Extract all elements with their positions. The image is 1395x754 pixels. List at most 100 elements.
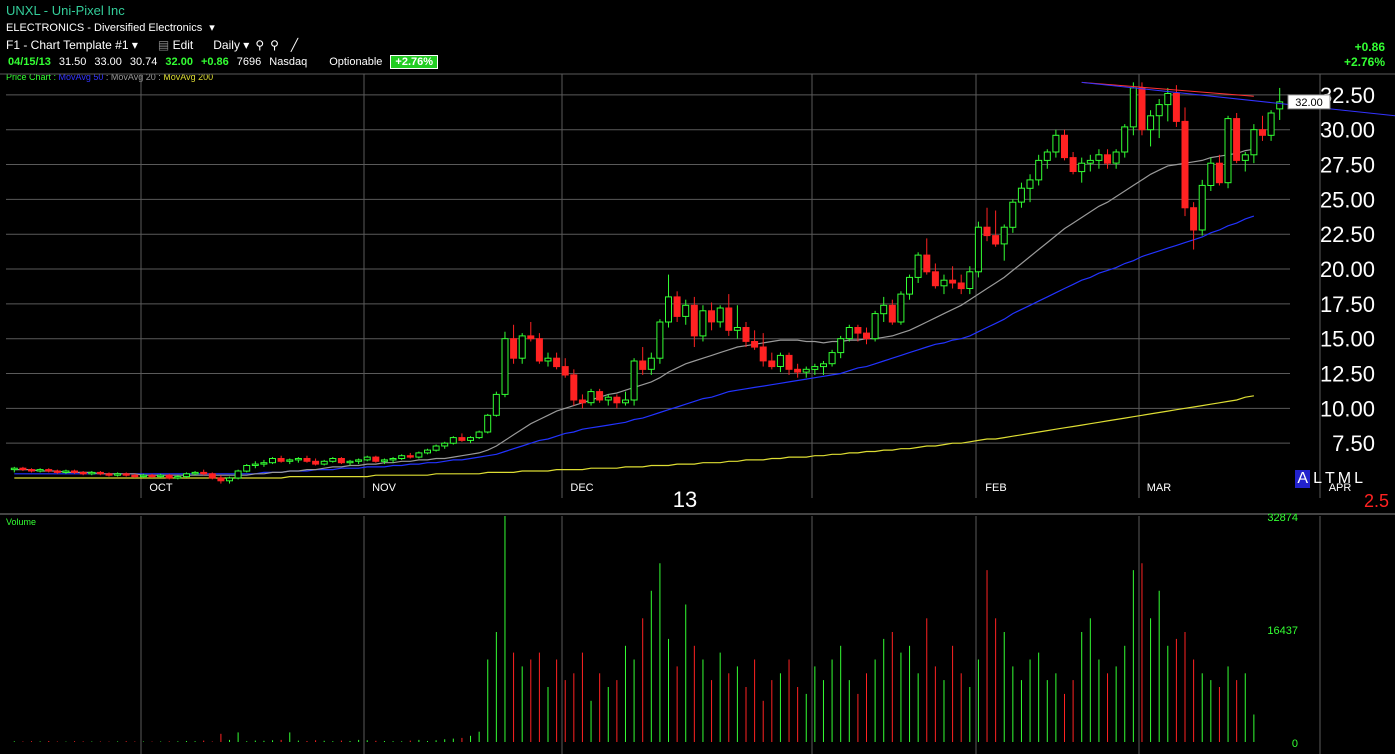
candle-body <box>1198 184 1206 231</box>
candle-body <box>828 352 836 365</box>
candle-body <box>699 310 707 337</box>
candle-body <box>622 399 629 404</box>
candle-body <box>458 437 466 441</box>
candle-body <box>708 310 715 323</box>
candle-body <box>19 467 27 471</box>
candle-body <box>656 321 664 359</box>
scale-letter-l2[interactable]: L <box>1354 470 1363 488</box>
candle-body <box>449 437 457 444</box>
candle-body <box>1026 179 1034 189</box>
candle-body <box>957 282 965 290</box>
candle-body <box>630 360 638 401</box>
candle-body <box>966 271 974 289</box>
candle-body <box>725 307 733 331</box>
candle-body <box>294 458 302 461</box>
candle-body <box>1086 159 1094 164</box>
candle-body <box>1138 87 1146 131</box>
candle-body <box>527 335 535 340</box>
candle-body <box>639 360 647 370</box>
candle-body <box>535 338 543 362</box>
candle-body <box>484 414 492 433</box>
scale-letter-t[interactable]: T <box>1325 470 1335 488</box>
candle-body <box>1121 126 1129 153</box>
candle-body <box>811 366 819 370</box>
x-tick-label: NOV <box>372 482 397 494</box>
candle-body <box>613 396 621 404</box>
candle-body <box>467 437 474 441</box>
candle-body <box>914 254 922 278</box>
scale-letter-l[interactable]: L <box>1313 470 1322 488</box>
candle-body <box>820 363 827 368</box>
candle-body <box>1215 162 1223 184</box>
candle-body <box>647 357 655 370</box>
candle-body <box>854 327 862 334</box>
candle-body <box>983 226 991 237</box>
candle-body <box>1233 118 1241 161</box>
candle-body <box>974 226 982 273</box>
candle-body <box>871 313 879 340</box>
candle-body <box>88 471 96 475</box>
candle-body <box>71 470 78 473</box>
candle-body <box>312 460 320 465</box>
candle-body <box>992 235 1000 245</box>
candle-body <box>243 465 251 472</box>
candle-body <box>716 307 724 323</box>
candle-body <box>208 473 216 479</box>
y-tick-label: 15.00 <box>1320 327 1375 352</box>
candle-body <box>923 254 931 273</box>
candle-body <box>1259 129 1266 136</box>
candle-body <box>501 338 509 395</box>
candle-body <box>742 327 750 342</box>
candle-body <box>897 293 905 323</box>
candle-body <box>424 449 431 454</box>
candle-body <box>329 458 337 462</box>
candle-body <box>1052 134 1060 153</box>
candle-body <box>441 442 449 447</box>
scale-value: 2.5 <box>1363 491 1389 511</box>
candle-body <box>10 467 18 471</box>
y-tick-label: 25.00 <box>1320 187 1375 212</box>
candle-body <box>863 332 870 340</box>
candle-body <box>174 476 182 479</box>
candle-body <box>1207 162 1215 186</box>
candle-body <box>96 471 104 475</box>
y-tick-label: 27.50 <box>1320 153 1375 178</box>
volume-panel-label: Volume <box>6 517 36 527</box>
candle-body <box>363 456 371 461</box>
candle-body <box>751 341 759 348</box>
candle-body <box>492 393 500 416</box>
candle-body <box>906 276 913 295</box>
candle-body <box>931 271 939 287</box>
candle-body <box>1129 87 1137 128</box>
candle-body <box>389 458 397 461</box>
candle-body <box>776 354 784 367</box>
candle-body <box>269 458 276 464</box>
x-tick-label: MAR <box>1147 482 1172 494</box>
volume-tick-label: 0 <box>1292 738 1298 750</box>
candle-body <box>596 391 604 401</box>
candle-body <box>415 452 423 458</box>
candle-body <box>226 477 233 482</box>
candle-body <box>1104 154 1111 164</box>
candle-body <box>1061 134 1068 159</box>
candle-body <box>1164 93 1172 106</box>
candle-body <box>1043 151 1051 161</box>
candle-body <box>1017 187 1025 203</box>
candle-body <box>62 470 70 473</box>
price-chart[interactable]: 32.5030.0027.5025.0022.5020.0017.5015.00… <box>0 0 1395 754</box>
candle-body <box>1181 120 1189 209</box>
scale-letter-a[interactable]: A <box>1295 470 1311 488</box>
candle-body <box>553 357 561 368</box>
ma50-line <box>14 215 1255 475</box>
x-tick-label: FEB <box>985 482 1006 494</box>
scale-selector[interactable]: A L T M L <box>1295 470 1363 488</box>
candle-body <box>837 338 845 354</box>
candle-body <box>1250 129 1258 156</box>
candle-body <box>380 459 388 462</box>
volume-tick-label: 16437 <box>1267 625 1298 637</box>
candle-body <box>346 460 354 464</box>
y-tick-label: 17.50 <box>1320 292 1375 317</box>
candle-body <box>1267 112 1275 136</box>
scale-letter-m[interactable]: M <box>1338 470 1351 488</box>
candle-body <box>148 474 156 478</box>
